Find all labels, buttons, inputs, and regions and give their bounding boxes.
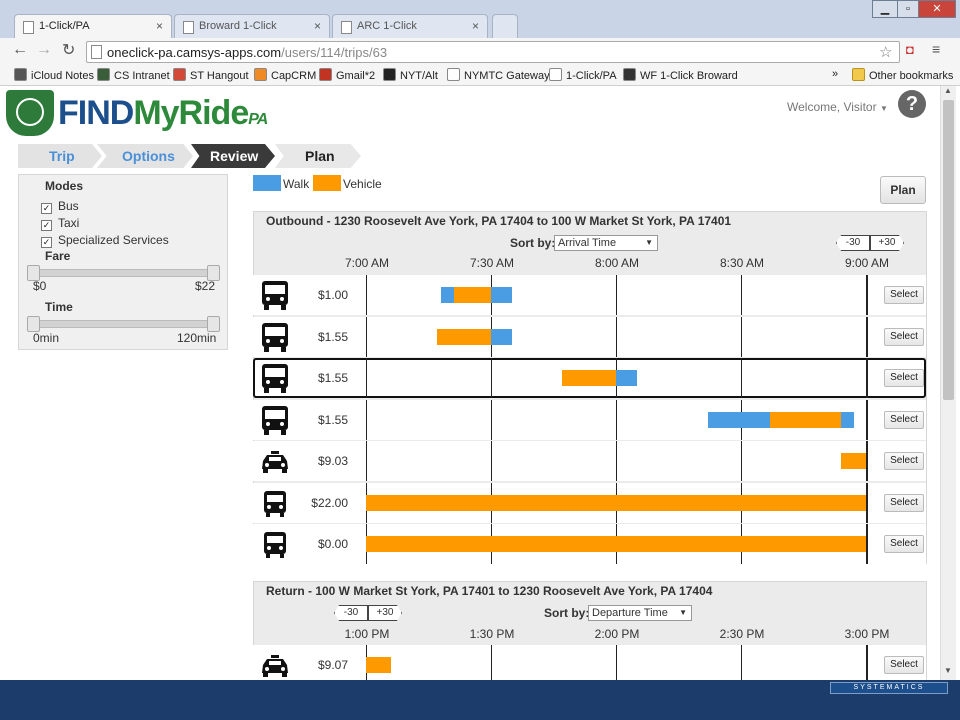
time-gridline	[491, 645, 492, 680]
return-itinerary-list: 1:00 PM 1:30 PM 2:00 PM 2:30 PM 3:00 PM $9.07…	[0, 0, 940, 680]
select-itinerary-button[interactable]: Select	[884, 656, 924, 674]
tab-title: 1-Click/PA	[39, 20, 90, 32]
time-tick-label: 2:30 PM	[719, 627, 765, 641]
time-tick-label: 1:00 PM	[344, 627, 390, 641]
tab-1click-pa[interactable]: 1-Click/PA ×	[14, 14, 172, 38]
scroll-up-icon[interactable]: ▲	[944, 86, 952, 95]
vehicle-segment	[366, 657, 391, 673]
time-gridline	[866, 645, 868, 680]
close-icon[interactable]: ×	[156, 19, 163, 33]
time-tick-label: 1:30 PM	[469, 627, 515, 641]
footer-brand: SYSTEMATICS	[830, 682, 948, 694]
page-icon	[23, 21, 34, 34]
time-tick-label: 2:00 PM	[594, 627, 640, 641]
presentation-footer: SYSTEMATICS	[0, 680, 960, 720]
scroll-down-icon[interactable]: ▼	[944, 666, 952, 675]
time-gridline	[741, 645, 742, 680]
page-scrollbar[interactable]: ▲ ▼	[940, 86, 956, 680]
itinerary-price: $9.07	[317, 658, 348, 672]
taxi-icon	[258, 649, 292, 680]
time-tick-label: 3:00 PM	[844, 627, 890, 641]
scrollbar-thumb[interactable]	[943, 100, 954, 400]
itinerary-row[interactable]	[253, 645, 926, 680]
time-gridline	[616, 645, 617, 680]
